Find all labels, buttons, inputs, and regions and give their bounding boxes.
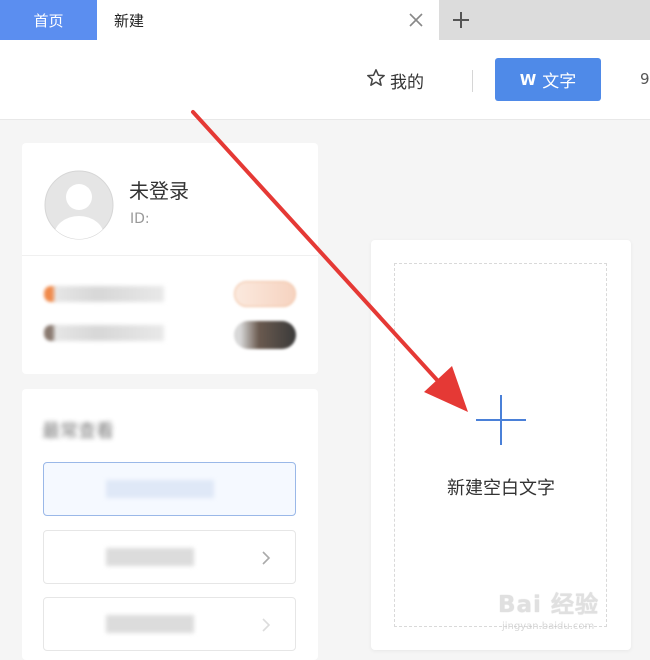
close-icon[interactable] bbox=[405, 9, 427, 31]
plus-icon[interactable] bbox=[475, 394, 527, 446]
redacted-label bbox=[106, 548, 194, 566]
user-id: ID: bbox=[130, 211, 150, 227]
recent-item[interactable] bbox=[43, 530, 296, 584]
plus-icon[interactable] bbox=[449, 8, 473, 32]
mine-button-label: 我的 bbox=[390, 72, 424, 93]
chevron-right-icon bbox=[259, 615, 273, 635]
text-doc-button[interactable]: W 文字 bbox=[495, 58, 601, 101]
tab-home[interactable]: 首页 bbox=[0, 0, 97, 40]
redacted-row bbox=[54, 286, 164, 302]
redacted-label bbox=[106, 615, 194, 633]
star-outline-icon bbox=[366, 68, 386, 93]
tab-home-label: 首页 bbox=[33, 11, 64, 30]
recent-title: 最常查看 bbox=[42, 421, 114, 442]
text-doc-button-label: 文字 bbox=[542, 72, 577, 92]
recent-card: 最常查看 bbox=[22, 389, 318, 660]
chevron-right-icon bbox=[259, 548, 273, 568]
redacted-pill-button[interactable] bbox=[234, 321, 296, 349]
new-blank-doc-label: 新建空白文字 bbox=[447, 478, 555, 499]
user-name: 未登录 bbox=[129, 179, 189, 203]
mine-button[interactable]: 我的 bbox=[366, 68, 424, 93]
card-divider bbox=[22, 255, 318, 256]
toolbar-overflow-glyph: 9 bbox=[640, 70, 650, 88]
redacted-label bbox=[106, 480, 214, 498]
recent-item[interactable] bbox=[43, 462, 296, 516]
toolbar: 我的 W 文字 9 bbox=[0, 40, 650, 120]
toolbar-divider bbox=[472, 70, 473, 92]
recent-item[interactable] bbox=[43, 597, 296, 651]
new-blank-doc-card[interactable]: 新建空白文字 bbox=[371, 240, 631, 650]
redacted-row bbox=[54, 325, 164, 341]
tab-new-label: 新建 bbox=[114, 11, 145, 30]
avatar[interactable] bbox=[44, 170, 114, 240]
user-card: 未登录 ID: bbox=[22, 143, 318, 374]
tab-bar: 首页 新建 bbox=[0, 0, 650, 40]
tab-new[interactable]: 新建 bbox=[97, 0, 439, 40]
redacted-pill-button[interactable] bbox=[234, 281, 296, 307]
word-icon: W bbox=[519, 70, 537, 89]
